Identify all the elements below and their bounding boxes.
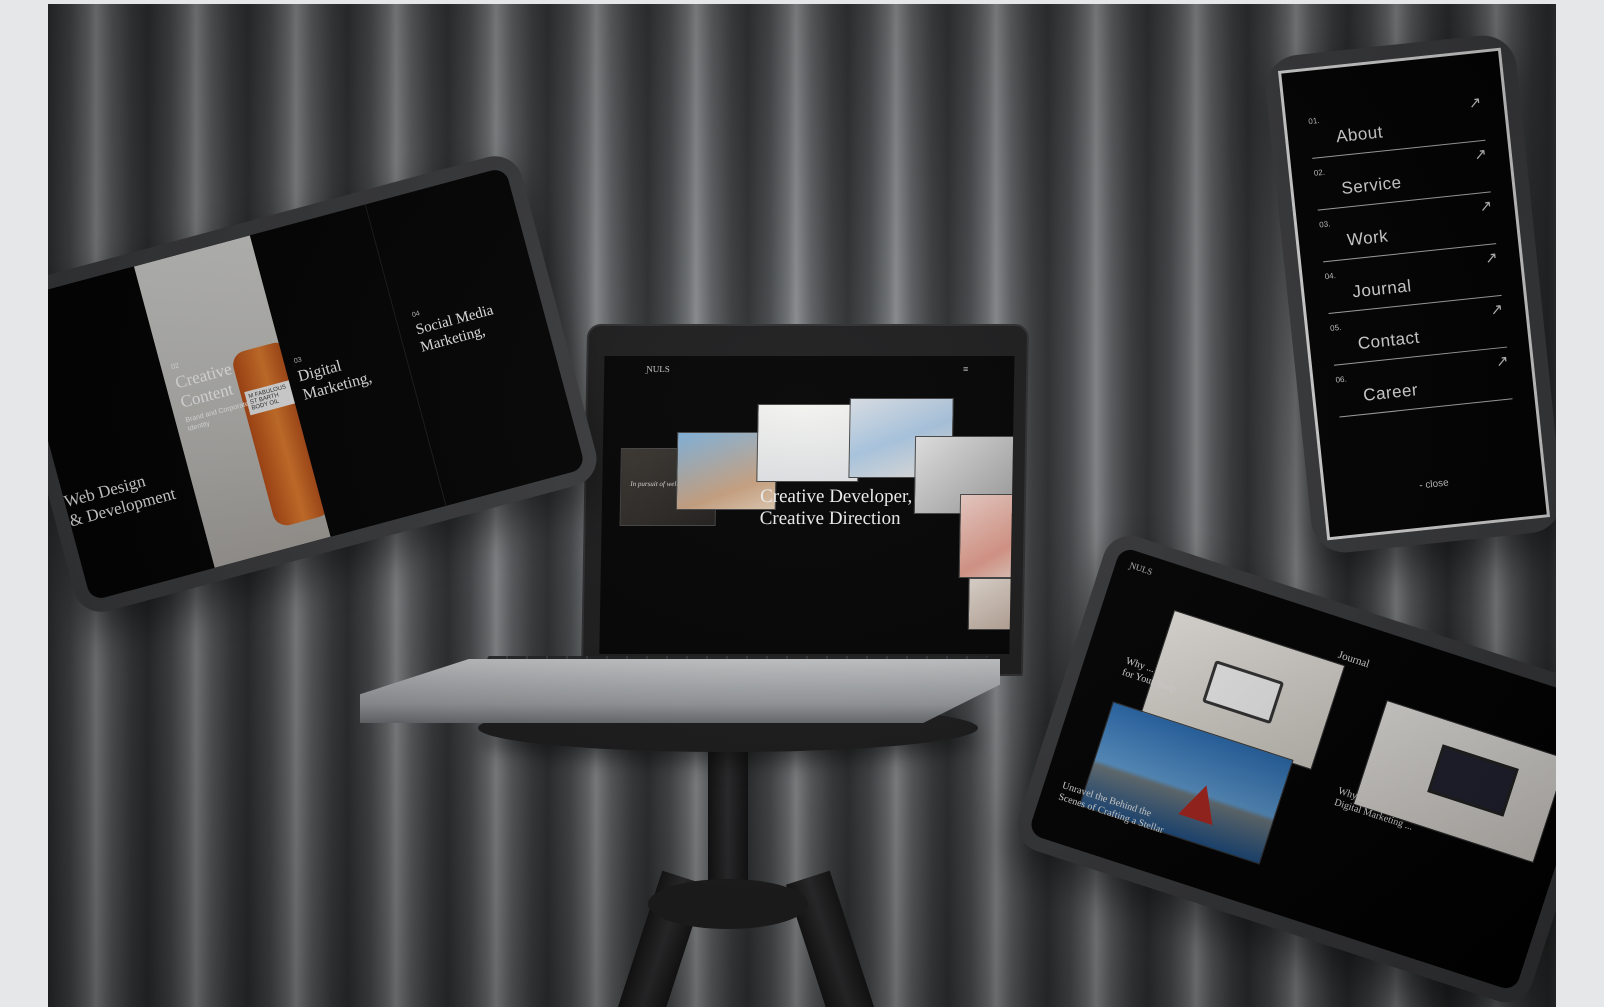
menu-num: 02.	[1313, 167, 1326, 178]
panel-title: Web Design & Development	[62, 471, 178, 531]
tablet-right-screen: ƝULS Journal Why ... for Your Shop Why .…	[1027, 546, 1556, 992]
stool-hub	[648, 879, 808, 929]
tablet-right-logo[interactable]: ƝULS	[1128, 560, 1153, 577]
laptop-base	[360, 659, 1000, 723]
arrow-up-right-icon: ↗	[1489, 300, 1504, 320]
menu-num: 06.	[1335, 374, 1348, 385]
panel-title: Social Media Marketing,	[414, 302, 496, 356]
menu-label: Work	[1346, 226, 1390, 250]
phone: 01. About ↗ 02. Service ↗ 03. Work ↗ 04.…	[1262, 32, 1556, 556]
laptop: ƝULS ≡ In pursuit of wellness Creative D…	[580, 324, 1030, 676]
arrow-up-right-icon: ↗	[1467, 93, 1483, 113]
menu-icon[interactable]: ≡	[963, 364, 968, 374]
menu-label: Service	[1340, 172, 1403, 198]
panel-num: 04	[411, 310, 421, 319]
menu-label: Career	[1362, 380, 1419, 405]
menu-num: 01.	[1307, 115, 1320, 127]
sailboat-image	[1178, 779, 1224, 826]
menu-label: About	[1335, 122, 1384, 147]
panel-num: 02	[170, 362, 180, 372]
tablet-left: Web Design & Development M FABULOUS ST B…	[48, 149, 603, 619]
close-button[interactable]: - close	[1325, 468, 1543, 502]
menu-num: 04.	[1324, 271, 1337, 282]
arrow-up-right-icon: ↗	[1478, 197, 1494, 216]
menu-label: Journal	[1351, 276, 1413, 302]
photo-scene: ƝULS ≡ In pursuit of wellness Creative D…	[48, 4, 1556, 1007]
laptop-image	[1202, 660, 1285, 725]
collage-image-7	[967, 578, 1015, 630]
menu-num: 05.	[1329, 322, 1342, 333]
tablet-right: ƝULS Journal Why ... for Your Shop Why .…	[1010, 528, 1556, 1007]
collage-image-3	[756, 404, 860, 482]
phone-menu-screen: 01. About ↗ 02. Service ↗ 03. Work ↗ 04.…	[1277, 47, 1551, 541]
journal-card-2-image[interactable]	[1352, 699, 1556, 864]
monitor-image	[1427, 744, 1519, 817]
menu-num: 03.	[1318, 219, 1331, 230]
panel-title: Digital Marketing,	[296, 357, 374, 404]
laptop-screen: ƝULS ≡ In pursuit of wellness Creative D…	[599, 356, 1015, 654]
arrow-up-right-icon: ↗	[1495, 352, 1510, 371]
panel-num: 03	[293, 356, 303, 366]
collage-image-6	[958, 494, 1015, 578]
laptop-headline: Creative Developer, Creative Direction	[759, 486, 913, 529]
close-label: close	[1424, 477, 1450, 491]
arrow-up-right-icon: ↗	[1473, 145, 1488, 164]
laptop-logo[interactable]: ƝULS	[646, 364, 670, 374]
menu-label: Contact	[1356, 327, 1421, 354]
tablet-left-screen: Web Design & Development M FABULOUS ST B…	[48, 167, 586, 601]
stool-leg-right	[785, 870, 877, 1007]
arrow-up-right-icon: ↗	[1484, 249, 1499, 268]
